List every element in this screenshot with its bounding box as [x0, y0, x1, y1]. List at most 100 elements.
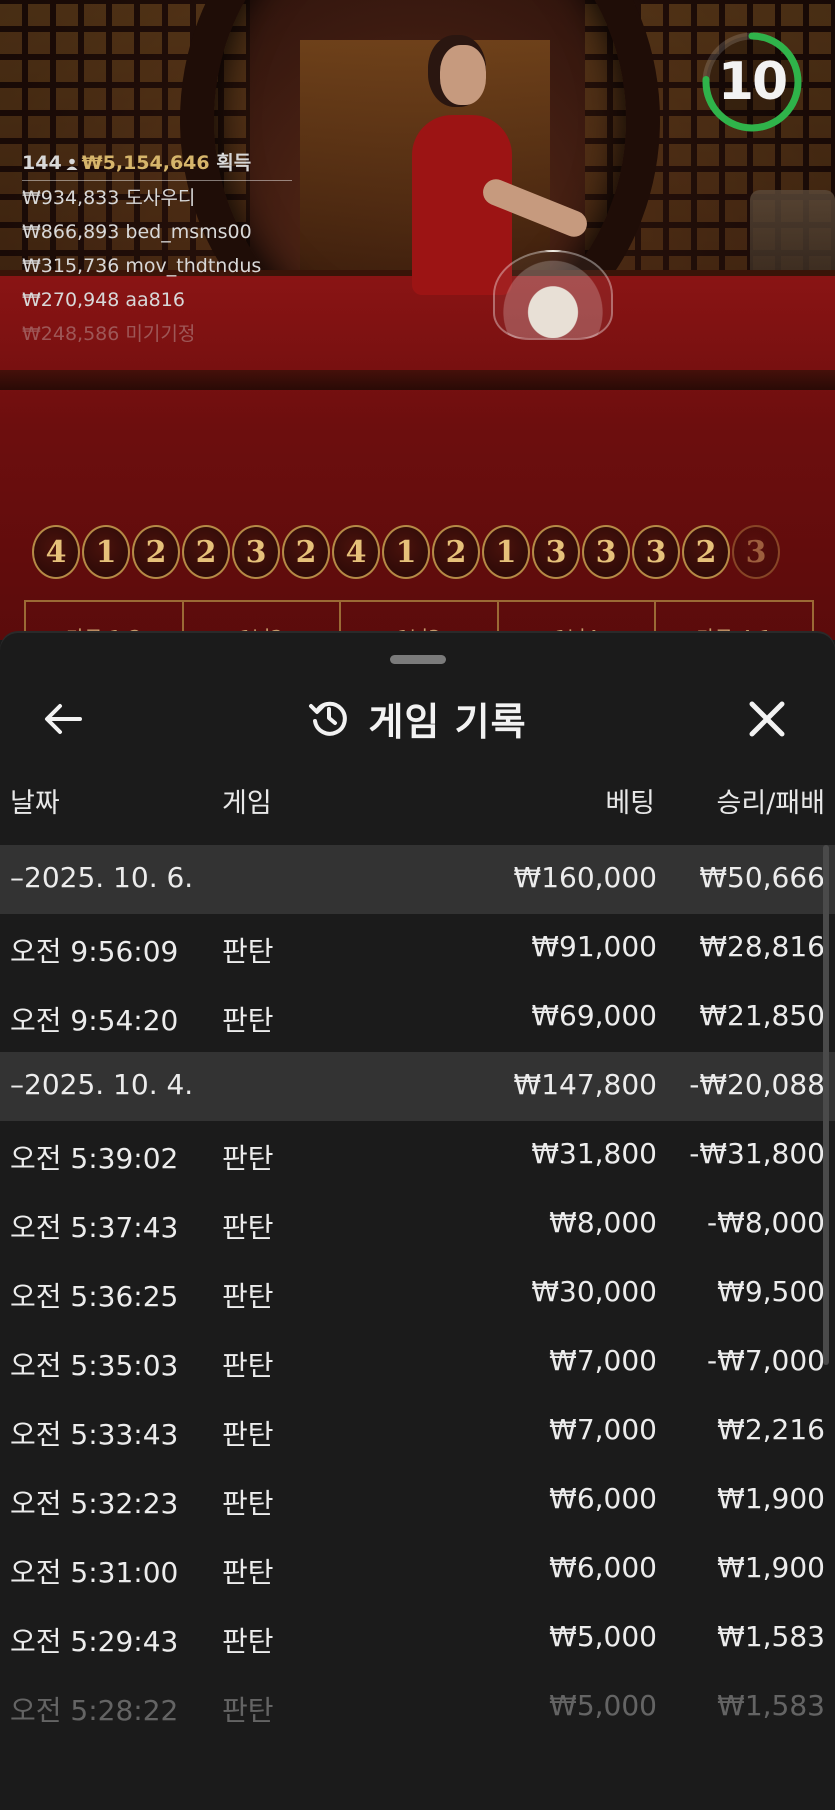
bet-amount: ₩31,800 [531, 1137, 657, 1170]
player-count: 144 [22, 152, 62, 174]
bead-dome [493, 250, 613, 340]
game-name: 판탄 [222, 1211, 274, 1244]
group-date: –2025. 10. 4. [10, 1068, 194, 1101]
countdown-timer-value: 10 [717, 52, 788, 112]
person-icon [66, 158, 78, 170]
game-name: 판탄 [222, 1004, 274, 1037]
table-rim [0, 370, 835, 390]
round-time: 오전 5:28:22 [10, 1694, 179, 1727]
result-bead: 3 [232, 525, 280, 579]
bet-amount: ₩91,000 [531, 930, 657, 963]
win-loss-amount: ₩1,583 [717, 1689, 825, 1722]
bet-amount: ₩5,000 [549, 1620, 657, 1653]
game-name: 판탄 [222, 1142, 274, 1175]
winner-row: ₩866,893 bed_msms00 [22, 221, 252, 243]
result-road: 4 1 2 2 3 2 4 1 2 1 3 3 3 2 3 [32, 525, 782, 581]
round-time: 오전 5:29:43 [10, 1625, 179, 1658]
bet-amount: ₩6,000 [549, 1551, 657, 1584]
live-video-feed: 144 ₩5,154,646 획득 ₩934,833 도사우디 ₩866,893 … [0, 0, 835, 640]
sheet-title-group: 게임 기록 [0, 678, 835, 758]
result-bead: 2 [182, 525, 230, 579]
round-time: 오전 5:32:23 [10, 1487, 179, 1520]
round-time: 오전 5:33:43 [10, 1418, 179, 1451]
result-bead: 3 [532, 525, 580, 579]
column-header-game: 게임 [222, 788, 272, 819]
game-name: 판탄 [222, 1349, 274, 1382]
result-bead: 2 [132, 525, 180, 579]
bet-amount: ₩7,000 [549, 1413, 657, 1446]
date-group-row[interactable]: –2025. 10. 4. ₩147,800 -₩20,088 [0, 1052, 835, 1121]
round-time: 오전 9:54:20 [10, 1004, 179, 1037]
round-time: 오전 9:56:09 [10, 935, 179, 968]
column-header-date: 날짜 [10, 788, 60, 819]
group-date: –2025. 10. 6. [10, 861, 194, 894]
close-icon[interactable] [742, 694, 792, 744]
result-bead: 1 [82, 525, 130, 579]
sheet-header: 게임 기록 [0, 678, 835, 758]
bet-amount: ₩8,000 [549, 1206, 657, 1239]
round-time: 오전 5:35:03 [10, 1349, 179, 1382]
result-bead: 2 [432, 525, 480, 579]
won-label: 획득 [216, 152, 252, 174]
result-bead: 4 [32, 525, 80, 579]
result-bead: 1 [382, 525, 430, 579]
dealer [400, 45, 591, 295]
winner-row: ₩270,948 aa816 [22, 289, 185, 311]
history-row[interactable]: 오전 5:29:43 판탄 ₩5,000 ₩1,583 [0, 1604, 835, 1673]
winners-summary: 144 ₩5,154,646 획득 [22, 146, 292, 181]
win-loss-amount: -₩20,088 [689, 1068, 825, 1101]
scrollbar[interactable] [823, 845, 829, 1365]
result-bead: 2 [282, 525, 330, 579]
winner-row: ₩248,586 미기기정 [22, 323, 196, 345]
game-name: 판탄 [222, 1280, 274, 1313]
win-loss-amount: ₩28,816 [699, 930, 825, 963]
bet-amount: ₩160,000 [513, 861, 657, 894]
history-row[interactable]: 오전 9:56:09 판탄 ₩91,000 ₩28,816 [0, 914, 835, 983]
date-group-row[interactable]: –2025. 10. 6. ₩160,000 ₩50,666 [0, 845, 835, 914]
result-bead: 2 [682, 525, 730, 579]
win-loss-amount: -₩8,000 [707, 1206, 825, 1239]
column-header-bet: 베팅 [605, 788, 655, 819]
history-row[interactable]: 오전 5:31:00 판탄 ₩6,000 ₩1,900 [0, 1535, 835, 1604]
bet-amount: ₩6,000 [549, 1482, 657, 1515]
bet-amount: ₩69,000 [531, 999, 657, 1032]
game-history-sheet: 게임 기록 날짜 게임 베팅 승리/패배 –2025. 10. 6. ₩160,0… [0, 633, 835, 1810]
column-header-result: 승리/패배 [716, 788, 825, 819]
result-bead: 4 [332, 525, 380, 579]
history-row[interactable]: 오전 9:54:20 판탄 ₩69,000 ₩21,850 [0, 983, 835, 1052]
win-loss-amount: ₩1,900 [717, 1551, 825, 1584]
game-name: 판탄 [222, 1694, 274, 1727]
bet-amount: ₩30,000 [531, 1275, 657, 1308]
winner-row: ₩934,833 도사우디 [22, 187, 196, 209]
win-loss-amount: ₩2,216 [717, 1413, 825, 1446]
history-row[interactable]: 오전 5:37:43 판탄 ₩8,000 -₩8,000 [0, 1190, 835, 1259]
history-row[interactable]: 오전 5:32:23 판탄 ₩6,000 ₩1,900 [0, 1466, 835, 1535]
bet-amount: ₩7,000 [549, 1344, 657, 1377]
result-bead: 3 [732, 525, 780, 579]
history-row[interactable]: 오전 5:28:22 판탄 ₩5,000 ₩1,583 [0, 1673, 835, 1742]
round-time: 오전 5:36:25 [10, 1280, 179, 1313]
sheet-drag-handle[interactable] [390, 655, 446, 664]
result-bead: 3 [582, 525, 630, 579]
win-loss-amount: ₩21,850 [699, 999, 825, 1032]
history-row[interactable]: 오전 5:35:03 판탄 ₩7,000 -₩7,000 [0, 1328, 835, 1397]
game-name: 판탄 [222, 1625, 274, 1658]
round-time: 오전 5:31:00 [10, 1556, 179, 1589]
total-won: ₩5,154,646 [81, 152, 210, 174]
game-name: 판탄 [222, 935, 274, 968]
winner-row: ₩315,736 mov_thdtndus [22, 255, 262, 277]
winners-overlay: 144 ₩5,154,646 획득 ₩934,833 도사우디 ₩866,893 … [22, 146, 292, 351]
history-table-body: –2025. 10. 6. ₩160,000 ₩50,666 오전 9:56:09 판탄… [0, 845, 835, 1742]
win-loss-amount: ₩1,583 [717, 1620, 825, 1653]
history-row[interactable]: 오전 5:36:25 판탄 ₩30,000 ₩9,500 [0, 1259, 835, 1328]
win-loss-amount: -₩31,800 [689, 1137, 825, 1170]
round-time: 오전 5:37:43 [10, 1211, 179, 1244]
result-bead: 1 [482, 525, 530, 579]
history-table-header: 날짜 게임 베팅 승리/패배 [0, 773, 835, 823]
history-row[interactable]: 오전 5:33:43 판탄 ₩7,000 ₩2,216 [0, 1397, 835, 1466]
result-bead: 3 [632, 525, 680, 579]
bet-amount: ₩147,800 [513, 1068, 657, 1101]
round-time: 오전 5:39:02 [10, 1142, 179, 1175]
game-name: 판탄 [222, 1487, 274, 1520]
history-row[interactable]: 오전 5:39:02 판탄 ₩31,800 -₩31,800 [0, 1121, 835, 1190]
